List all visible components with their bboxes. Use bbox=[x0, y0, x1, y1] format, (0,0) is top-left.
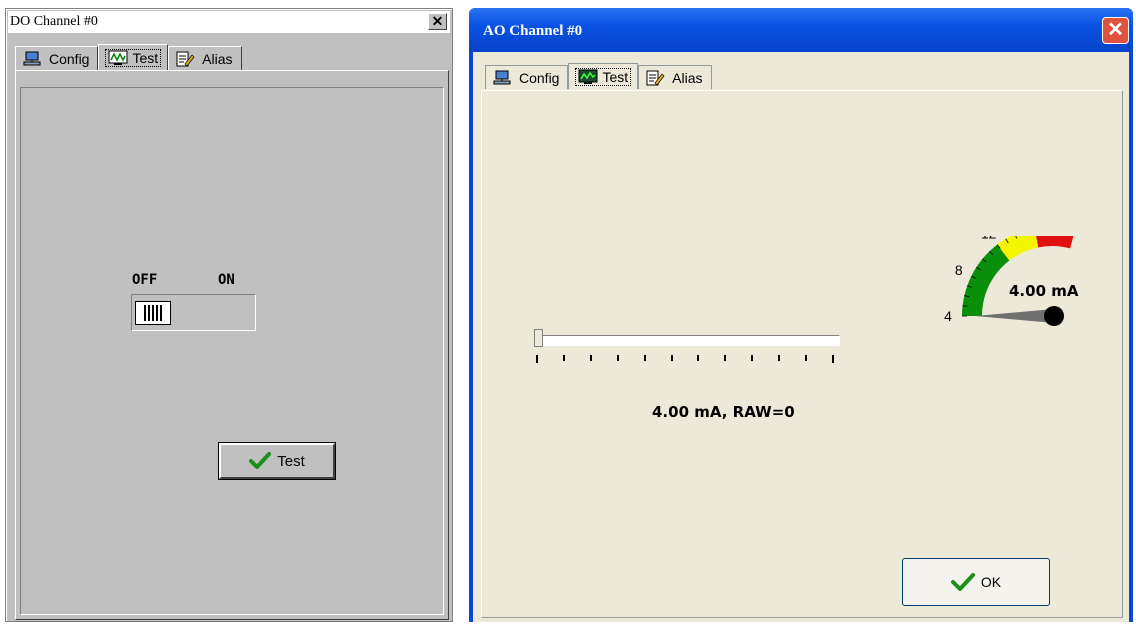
tab-label: Config bbox=[519, 69, 560, 86]
title-bar: AO Channel #0 ✕ bbox=[469, 8, 1133, 52]
tab-alias[interactable]: Alias bbox=[638, 65, 712, 89]
checkmark-icon bbox=[950, 573, 975, 591]
slider-tick bbox=[724, 355, 727, 361]
gauge-scale-label: 8 bbox=[955, 262, 963, 278]
config-icon bbox=[23, 51, 41, 65]
tab-label: Alias bbox=[202, 50, 233, 67]
on-label: ON bbox=[218, 272, 235, 288]
close-icon[interactable]: ✕ bbox=[428, 13, 447, 30]
slider-tick bbox=[643, 355, 646, 361]
ok-button[interactable]: OK bbox=[902, 558, 1050, 606]
gauge-scale-label: 4 bbox=[944, 308, 952, 324]
gauge-scale-label: 12 bbox=[981, 236, 997, 241]
checkmark-icon bbox=[249, 452, 272, 469]
output-readout: 4.00 mA, RAW=0 bbox=[652, 403, 795, 421]
tab-panel bbox=[15, 70, 449, 620]
slider-tick bbox=[832, 355, 834, 363]
slider-tick bbox=[536, 355, 538, 363]
tab-label: Test bbox=[132, 49, 159, 66]
gauge-zone bbox=[1036, 236, 1074, 249]
tab-test[interactable]: Test bbox=[568, 63, 639, 89]
off-label: OFF bbox=[132, 272, 158, 288]
on-off-switch[interactable] bbox=[131, 294, 256, 331]
config-icon bbox=[493, 70, 511, 84]
button-label: Test bbox=[277, 452, 305, 470]
slider-tick bbox=[778, 355, 781, 361]
slider-tick bbox=[805, 355, 808, 361]
slider-tick bbox=[616, 355, 619, 361]
slider-tick bbox=[670, 355, 673, 361]
slider-tick bbox=[751, 355, 754, 361]
tab-label: Test bbox=[602, 68, 629, 85]
gauge-tick bbox=[962, 305, 968, 307]
alias-icon bbox=[646, 70, 665, 86]
tab-config[interactable]: Config bbox=[485, 65, 569, 89]
button-label: OK bbox=[980, 574, 1002, 590]
tab-label: Alias bbox=[672, 69, 703, 86]
test-button[interactable]: Test bbox=[219, 443, 335, 479]
tab-panel: 4.00 mA, RAW=0 48121620 4.00 mA OK bbox=[481, 90, 1123, 618]
tab-strip: Config Test Alias bbox=[485, 61, 712, 89]
window-body: Config Test Alias 4.00 mA, RAW=0 4 8 4.0… bbox=[473, 52, 1129, 622]
gauge-value-text: 4.00 mA bbox=[1009, 282, 1079, 300]
do-channel-window: DO Channel #0 ✕ Config Test Alias OFF ON… bbox=[5, 8, 453, 622]
ao-channel-window: AO Channel #0 ✕ Config Test Alias 4.00 m… bbox=[469, 8, 1133, 622]
window-title: DO Channel #0 bbox=[10, 14, 98, 29]
slider-track[interactable] bbox=[534, 335, 840, 346]
switch-knob[interactable] bbox=[135, 301, 171, 325]
test-icon bbox=[108, 50, 128, 65]
tab-config[interactable]: Config bbox=[15, 46, 99, 70]
slider-thumb[interactable] bbox=[534, 329, 543, 347]
gauge-needle bbox=[975, 309, 1054, 323]
slider-tick bbox=[562, 355, 565, 361]
slider-tick bbox=[589, 355, 592, 361]
slider-tick bbox=[697, 355, 700, 361]
gauge-pivot bbox=[1044, 306, 1064, 326]
alias-icon bbox=[176, 51, 195, 67]
window-title: AO Channel #0 bbox=[483, 23, 583, 39]
test-icon bbox=[578, 69, 598, 84]
panel-inner bbox=[20, 87, 444, 615]
tab-test[interactable]: Test bbox=[98, 44, 169, 70]
current-gauge: 48121620 4.00 mA bbox=[944, 236, 1079, 326]
tab-label: Config bbox=[49, 50, 90, 67]
gauge-zone bbox=[962, 244, 1010, 316]
title-bar: DO Channel #0 ✕ bbox=[8, 11, 450, 34]
tab-strip: Config Test Alias bbox=[15, 44, 242, 70]
close-icon[interactable]: ✕ bbox=[1102, 17, 1129, 44]
tab-alias[interactable]: Alias bbox=[168, 46, 242, 70]
